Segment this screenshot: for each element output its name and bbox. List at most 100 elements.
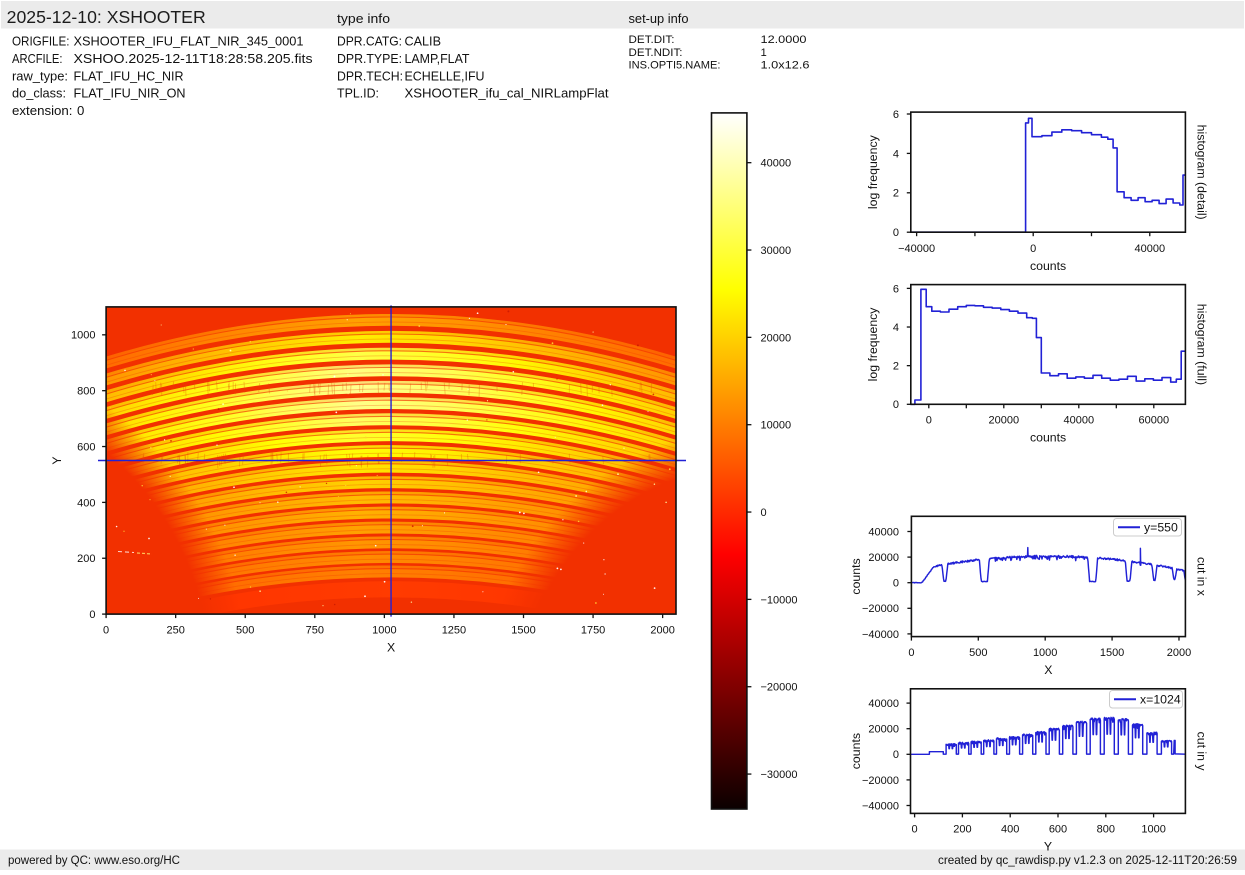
svg-text:400: 400 <box>1001 824 1019 836</box>
svg-text:XSHOO.2025-12-11T18:28:58.205.: XSHOO.2025-12-11T18:28:58.205.fits <box>74 51 313 66</box>
svg-text:40000: 40000 <box>1134 243 1165 255</box>
svg-text:250: 250 <box>166 625 184 637</box>
svg-text:−30000: −30000 <box>761 769 798 781</box>
svg-text:1750: 1750 <box>581 625 605 637</box>
svg-text:counts: counts <box>1030 431 1066 445</box>
svg-text:LAMP,FLAT: LAMP,FLAT <box>405 51 470 66</box>
svg-text:600: 600 <box>1049 824 1067 836</box>
svg-text:FLAT_IFU_HC_NIR: FLAT_IFU_HC_NIR <box>74 68 184 83</box>
svg-text:0: 0 <box>893 578 899 590</box>
svg-text:−40000: −40000 <box>898 243 935 255</box>
svg-text:0: 0 <box>761 507 767 519</box>
svg-text:DET.DIT:: DET.DIT: <box>629 34 675 46</box>
svg-text:histogram (detail): histogram (detail) <box>1195 125 1209 220</box>
svg-text:do_class:: do_class: <box>12 86 66 101</box>
svg-text:1000: 1000 <box>372 625 396 637</box>
svg-text:cut in x: cut in x <box>1195 557 1209 597</box>
svg-text:DET.NDIT:: DET.NDIT: <box>629 47 683 59</box>
svg-text:DPR.CATG:: DPR.CATG: <box>337 34 402 49</box>
svg-text:40000: 40000 <box>868 526 899 538</box>
svg-text:4: 4 <box>893 148 899 160</box>
svg-text:X: X <box>1044 663 1052 677</box>
svg-text:20000: 20000 <box>868 552 899 564</box>
svg-text:raw_type:: raw_type: <box>12 68 68 83</box>
svg-text:200: 200 <box>77 553 95 565</box>
svg-text:log frequency: log frequency <box>866 307 880 382</box>
svg-text:400: 400 <box>77 497 95 509</box>
svg-text:1000: 1000 <box>1033 647 1057 659</box>
svg-text:0: 0 <box>893 399 899 411</box>
svg-text:−20000: −20000 <box>862 603 899 615</box>
svg-text:0: 0 <box>912 824 918 836</box>
svg-text:2000: 2000 <box>650 625 674 637</box>
svg-text:800: 800 <box>1097 824 1115 836</box>
svg-text:0: 0 <box>926 415 932 427</box>
svg-text:6: 6 <box>893 109 899 121</box>
svg-text:cut in y: cut in y <box>1195 732 1209 772</box>
svg-text:TPL.ID:: TPL.ID: <box>337 86 379 101</box>
svg-text:counts: counts <box>1030 259 1066 273</box>
svg-text:10000: 10000 <box>761 420 792 432</box>
svg-text:Y: Y <box>1044 840 1052 854</box>
svg-text:x=1024: x=1024 <box>1140 693 1181 707</box>
svg-text:20000: 20000 <box>761 332 792 344</box>
svg-text:powered by QC: www.eso.org/HC: powered by QC: www.eso.org/HC <box>8 853 180 867</box>
svg-text:1500: 1500 <box>1100 647 1124 659</box>
svg-text:1.0x12.6: 1.0x12.6 <box>761 60 810 72</box>
svg-text:XSHOOTER_ifu_cal_NIRLampFlat: XSHOOTER_ifu_cal_NIRLampFlat <box>405 86 609 101</box>
svg-text:X: X <box>387 641 395 655</box>
svg-text:ARCFILE:: ARCFILE: <box>12 51 63 66</box>
svg-text:1: 1 <box>761 47 767 59</box>
svg-text:−40000: −40000 <box>862 800 899 812</box>
svg-text:800: 800 <box>77 386 95 398</box>
svg-text:2025-12-10: XSHOOTER: 2025-12-10: XSHOOTER <box>7 7 206 27</box>
svg-text:200: 200 <box>953 824 971 836</box>
svg-text:−10000: −10000 <box>761 594 798 606</box>
svg-text:40000: 40000 <box>761 158 792 170</box>
svg-text:0: 0 <box>103 625 109 637</box>
svg-text:6: 6 <box>893 283 899 295</box>
svg-text:INS.OPTI5.NAME:: INS.OPTI5.NAME: <box>629 60 721 72</box>
svg-text:DPR.TYPE:: DPR.TYPE: <box>337 51 402 66</box>
svg-text:500: 500 <box>969 647 987 659</box>
svg-text:FLAT_IFU_NIR_ON: FLAT_IFU_NIR_ON <box>74 86 186 101</box>
svg-text:0: 0 <box>893 227 899 239</box>
svg-text:ECHELLE,IFU: ECHELLE,IFU <box>405 68 485 83</box>
svg-text:60000: 60000 <box>1139 415 1170 427</box>
svg-text:1500: 1500 <box>511 625 535 637</box>
svg-text:500: 500 <box>236 625 254 637</box>
svg-text:0: 0 <box>893 749 899 761</box>
svg-text:600: 600 <box>77 441 95 453</box>
svg-text:counts: counts <box>849 558 863 594</box>
svg-text:Y: Y <box>50 456 64 464</box>
svg-text:0: 0 <box>77 103 84 118</box>
svg-text:40000: 40000 <box>868 698 899 710</box>
svg-text:histogram (full): histogram (full) <box>1195 304 1209 385</box>
svg-text:counts: counts <box>849 733 863 769</box>
svg-text:extension:: extension: <box>12 103 73 118</box>
svg-text:40000: 40000 <box>1064 415 1095 427</box>
svg-text:DPR.TECH:: DPR.TECH: <box>337 68 403 83</box>
svg-text:y=550: y=550 <box>1144 521 1178 535</box>
svg-text:12.0000: 12.0000 <box>761 34 807 46</box>
svg-text:750: 750 <box>306 625 324 637</box>
svg-text:0: 0 <box>89 609 95 621</box>
svg-text:1000: 1000 <box>71 330 95 342</box>
svg-text:20000: 20000 <box>989 415 1020 427</box>
svg-text:2000: 2000 <box>1167 647 1191 659</box>
svg-text:0: 0 <box>908 647 914 659</box>
svg-text:ORIGFILE:: ORIGFILE: <box>12 34 70 49</box>
svg-text:created by qc_rawdisp.py v1.2.: created by qc_rawdisp.py v1.2.3 on 2025-… <box>938 853 1237 867</box>
svg-text:set-up info: set-up info <box>629 11 689 26</box>
svg-text:CALIB: CALIB <box>405 34 442 49</box>
svg-text:2: 2 <box>893 188 899 200</box>
svg-text:−20000: −20000 <box>862 775 899 787</box>
svg-text:1250: 1250 <box>442 625 466 637</box>
svg-text:−20000: −20000 <box>761 682 798 694</box>
svg-text:1000: 1000 <box>1141 824 1165 836</box>
svg-text:−40000: −40000 <box>862 629 899 641</box>
svg-text:30000: 30000 <box>761 245 792 257</box>
svg-text:type info: type info <box>337 11 390 26</box>
svg-text:4: 4 <box>893 322 899 334</box>
svg-text:20000: 20000 <box>868 724 899 736</box>
